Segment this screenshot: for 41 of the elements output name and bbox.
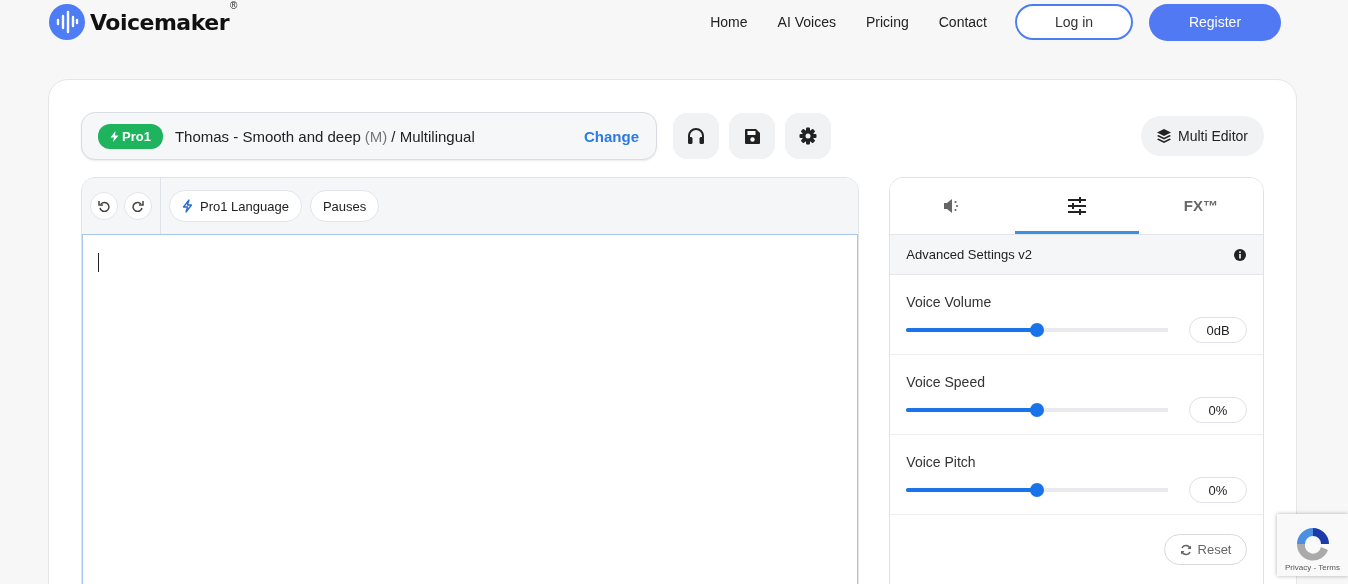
undo-button[interactable] — [90, 192, 118, 220]
nav-link[interactable]: Contact — [938, 14, 987, 30]
save-icon — [743, 127, 761, 145]
lightning-icon — [182, 199, 193, 213]
redo-button[interactable] — [124, 192, 152, 220]
layers-icon — [1156, 129, 1171, 143]
headphones-button[interactable] — [673, 113, 719, 159]
nav-link[interactable]: Home — [710, 14, 748, 30]
headphones-icon — [687, 127, 705, 145]
toolbar-chip[interactable]: Pro1 Language — [169, 190, 302, 222]
voice-name: Thomas - Smooth and deep — [174, 127, 361, 145]
nav-link[interactable]: Pricing — [865, 14, 909, 30]
settings-heading: Advanced Settings v2 — [906, 247, 1033, 262]
redo-icon — [132, 200, 144, 212]
voice-selector[interactable]: Pro1 Thomas - Smooth and deep (M) / Multilingual Change — [81, 112, 657, 160]
login-button[interactable]: Log in — [1015, 4, 1133, 40]
sliders-icon — [1066, 196, 1087, 215]
reset-button[interactable]: Reset — [1164, 534, 1247, 565]
slider-label: Voice Speed — [906, 374, 985, 390]
brand-name[interactable]: Voicemaker — [90, 9, 230, 35]
change-link[interactable]: Change — [584, 127, 639, 145]
info-icon[interactable] — [1234, 248, 1246, 261]
pro-badge: Pro1 — [98, 123, 163, 149]
refresh-icon — [1179, 543, 1192, 556]
logo-icon — [49, 4, 85, 40]
slider-label: Voice Pitch — [906, 454, 976, 470]
save-button[interactable] — [729, 113, 775, 159]
toolbar-chip[interactable]: Pauses — [309, 190, 380, 222]
voice-language: / Multilingual — [391, 127, 475, 145]
settings-button[interactable] — [785, 113, 831, 159]
text-input-area[interactable] — [82, 234, 859, 584]
slider-label: Voice Volume — [906, 294, 992, 310]
multi-editor-button[interactable]: Multi Editor — [1140, 116, 1264, 156]
voice-gender: (M) — [364, 127, 388, 145]
register-button[interactable]: Register — [1149, 3, 1281, 41]
recaptcha-badge[interactable]: Privacy - Terms — [1277, 514, 1348, 576]
undo-icon — [98, 200, 110, 212]
registered-mark: ® — [230, 0, 238, 11]
nav-link[interactable]: AI Voices — [777, 14, 836, 30]
privacy-terms-links[interactable]: Privacy - Terms — [1285, 563, 1340, 572]
settings-icon — [799, 127, 817, 145]
